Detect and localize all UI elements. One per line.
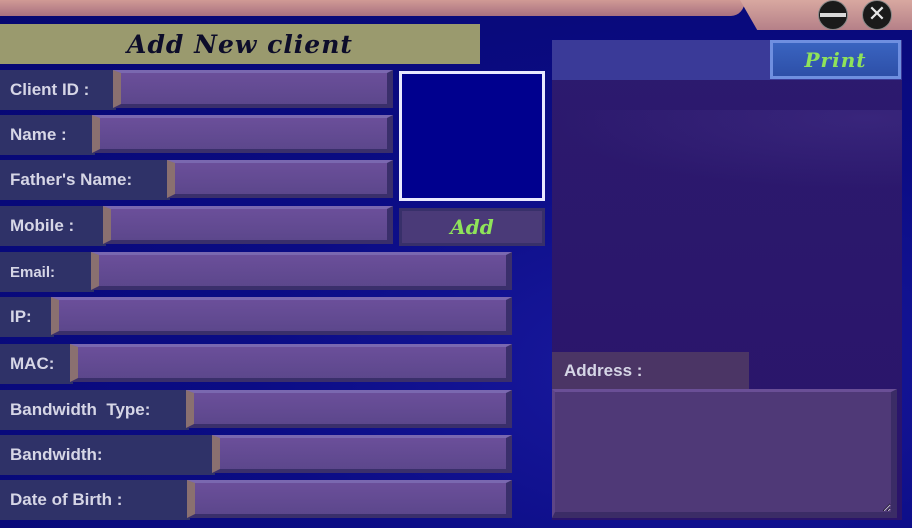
- print-button[interactable]: Print: [770, 40, 901, 79]
- address-label: Address :: [552, 352, 749, 389]
- ip-label: IP:: [0, 297, 54, 337]
- name-input[interactable]: [92, 115, 393, 153]
- mac-input[interactable]: [70, 344, 512, 382]
- add-photo-button[interactable]: Add: [399, 208, 545, 246]
- name-label: Name :: [0, 115, 95, 155]
- close-icon: ✕: [867, 2, 887, 27]
- client-id-label: Client ID :: [0, 70, 116, 110]
- minus-icon: [820, 13, 846, 17]
- bandwidth-label: Bandwidth:: [0, 435, 215, 475]
- preview-panel-shine: [552, 110, 902, 190]
- close-button[interactable]: ✕: [862, 0, 892, 30]
- mobile-label: Mobile :: [0, 206, 106, 246]
- email-input[interactable]: [91, 252, 512, 290]
- date-of-birth-input[interactable]: [187, 480, 512, 518]
- minimize-button[interactable]: [818, 0, 848, 30]
- mac-label: MAC:: [0, 344, 73, 384]
- address-input[interactable]: [552, 389, 897, 518]
- date-of-birth-label: Date of Birth :: [0, 480, 190, 520]
- mobile-input[interactable]: [103, 206, 393, 244]
- header-band: Add New client: [0, 24, 480, 64]
- ip-input[interactable]: [51, 297, 512, 335]
- client-id-input[interactable]: [113, 70, 393, 108]
- title-bar: [0, 0, 745, 16]
- page-title: Add New client: [127, 29, 353, 59]
- email-label: Email:: [0, 252, 94, 292]
- bandwidth-input[interactable]: [212, 435, 512, 473]
- bandwidth-type-input[interactable]: [186, 390, 512, 428]
- bandwidth-type-label: Bandwidth Type:: [0, 390, 189, 430]
- fathers-name-input[interactable]: [167, 160, 393, 198]
- fathers-name-label: Father's Name:: [0, 160, 170, 200]
- client-photo-box[interactable]: [399, 71, 545, 201]
